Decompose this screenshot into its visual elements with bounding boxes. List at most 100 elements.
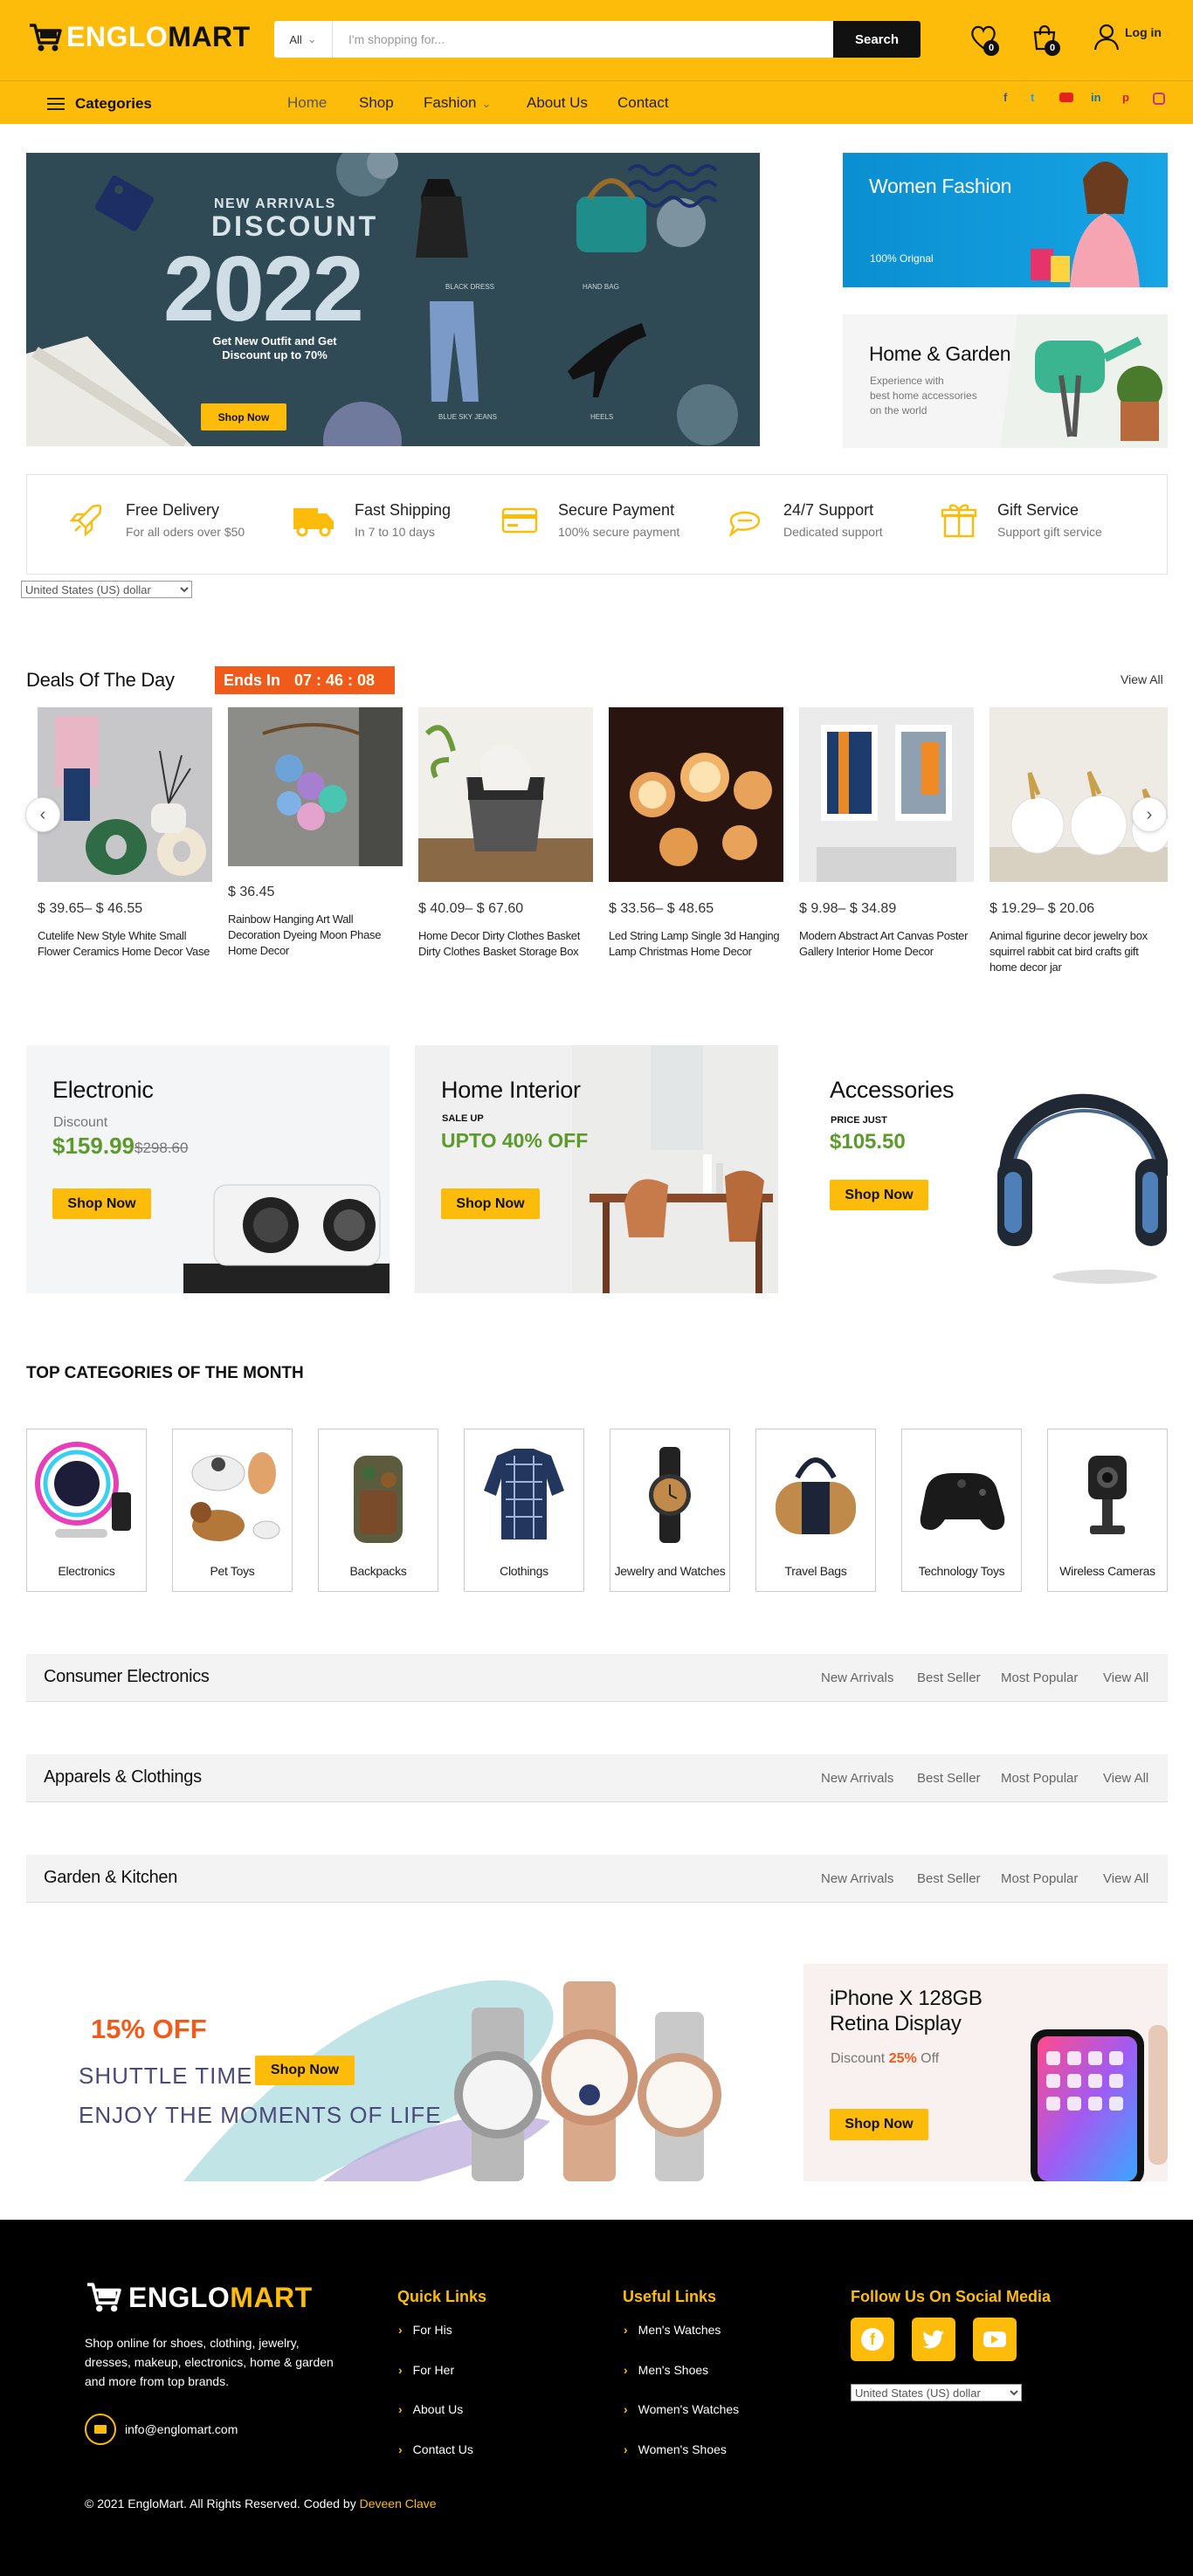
category-card[interactable]: Technology Toys [901,1429,1022,1592]
youtube-icon[interactable] [1059,93,1073,102]
product-image[interactable] [799,707,974,882]
currency-select[interactable]: United States (US) dollar [21,581,192,598]
category-card[interactable]: Clothings [464,1429,584,1592]
product-image[interactable] [418,707,593,882]
logo[interactable]: ENGLO MART [28,21,251,53]
nav-shop[interactable]: Shop [359,94,394,112]
footer-link[interactable]: › About Us [398,2402,463,2416]
search-bar: All ⌄ I'm shopping for... Search [274,21,921,58]
tab-best-seller[interactable]: Best Seller [917,1871,981,1886]
deals-view-all-link[interactable]: View All [1121,672,1163,686]
tab-new-arrivals[interactable]: New Arrivals [821,1670,893,1685]
linkedin-icon[interactable]: in [1091,91,1101,104]
product-image[interactable] [609,707,783,882]
tab-view-all[interactable]: View All [1103,1670,1148,1685]
twitter-button[interactable] [912,2318,955,2361]
product-name[interactable]: Cutelife New Style White Small Flower Ce… [38,928,217,960]
watch-discount: 15% OFF [91,2014,207,2044]
category-card[interactable]: Travel Bags [755,1429,876,1592]
chevron-right-icon: › [624,2323,628,2337]
tab-most-popular[interactable]: Most Popular [1001,1771,1078,1786]
tab-most-popular[interactable]: Most Popular [1001,1871,1078,1886]
product-card[interactable]: $ 36.45 Rainbow Hanging Art Wall Decorat… [228,707,403,957]
instagram-icon[interactable] [1153,93,1165,105]
electronic-promo[interactable]: Electronic Discount $159.99 $298.60 Shop… [26,1045,390,1293]
nav-fashion[interactable]: Fashion ⌄ [424,94,491,112]
tab-view-all[interactable]: View All [1103,1871,1148,1886]
search-category-select[interactable]: All ⌄ [274,21,333,58]
category-card[interactable]: Backpacks [318,1429,438,1592]
product-card[interactable]: $ 39.65– $ 46.55 Cutelife New Style Whit… [38,707,212,958]
promo-shop-now-button[interactable]: Shop Now [830,1180,928,1210]
carousel-next-button[interactable]: › [1132,797,1167,832]
login-link[interactable]: Log in [1093,23,1162,51]
tab-view-all[interactable]: View All [1103,1771,1148,1786]
footer-link[interactable]: › For His [398,2323,452,2337]
footer-link[interactable]: › Men's Watches [624,2323,721,2337]
nav-contact[interactable]: Contact [617,94,669,112]
category-card[interactable]: Jewelry and Watches [610,1429,730,1592]
nav-about-us[interactable]: About Us [527,94,588,112]
product-name[interactable]: Rainbow Hanging Art Wall Decoration Dyei… [228,912,407,959]
category-card[interactable]: Wireless Cameras [1047,1429,1168,1592]
tab-most-popular[interactable]: Most Popular [1001,1670,1078,1685]
hero-shop-now-button[interactable]: Shop Now [201,403,286,430]
pinterest-icon[interactable]: p [1122,91,1129,104]
hero-decoration [26,153,738,446]
coder-link[interactable]: Deveen Clave [360,2497,437,2511]
product-card[interactable]: $ 40.09– $ 67.60 Home Decor Dirty Clothe… [418,707,593,958]
deals-title: Deals Of The Day [26,669,175,691]
footer-link[interactable]: › Women's Watches [624,2402,739,2416]
facebook-button[interactable]: f [851,2318,894,2361]
product-name[interactable]: Led String Lamp Single 3d Hanging Lamp C… [609,928,788,960]
carousel-prev-button[interactable]: ‹ [25,797,60,832]
product-name[interactable]: Modern Abstract Art Canvas Poster Galler… [799,928,978,960]
product-price: $ 36.45 [228,885,275,899]
product-card[interactable]: $ 19.29– $ 20.06 Animal figurine decor j… [990,707,1169,974]
category-card[interactable]: Electronics [26,1429,147,1592]
footer-logo[interactable]: ENGLO MART [85,2281,313,2314]
facebook-icon[interactable]: f [1003,91,1007,104]
footer-email[interactable]: info@englomart.com [85,2414,238,2445]
product-image[interactable] [228,707,403,866]
tab-new-arrivals[interactable]: New Arrivals [821,1771,893,1786]
backpack-image [354,1456,403,1543]
category-image [913,1438,1010,1552]
product-name[interactable]: Home Decor Dirty Clothes Basket Dirty Cl… [418,928,597,960]
tab-best-seller[interactable]: Best Seller [917,1670,981,1685]
hero-banner[interactable]: NEW ARRIVALS DISCOUNT 2022 Get New Outfi… [26,153,760,446]
home-interior-promo[interactable]: Home Interior SALE UP UPTO 40% OFF Shop … [415,1045,778,1293]
nav-home[interactable]: Home [287,94,327,112]
product-name[interactable]: Animal figurine decor jewelry box squirr… [990,928,1169,975]
social-title: Follow Us On Social Media [851,2288,1052,2305]
product-image[interactable] [990,707,1168,882]
categories-menu-button[interactable]: Categories [47,95,152,113]
cart-button[interactable]: 0 [1031,24,1060,56]
watch-banner[interactable]: 15% OFF SHUTTLE TIME ENJOY THE MOMENTS O… [26,1964,777,2181]
footer-currency-select[interactable]: United States (US) dollar [851,2384,1022,2401]
category-card[interactable]: Pet Toys [172,1429,293,1592]
youtube-button[interactable] [973,2318,1017,2361]
promo-shop-now-button[interactable]: Shop Now [52,1188,151,1219]
wishlist-count: 0 [983,40,999,56]
search-button[interactable]: Search [833,21,921,58]
footer-link[interactable]: › Men's Shoes [624,2363,708,2377]
wishlist-button[interactable]: 0 [969,24,999,56]
watch-shop-now-button[interactable]: Shop Now [255,2056,355,2085]
footer-link[interactable]: › Women's Shoes [624,2442,727,2456]
iphone-shop-now-button[interactable]: Shop Now [830,2109,928,2140]
product-image[interactable] [38,707,212,882]
tab-best-seller[interactable]: Best Seller [917,1771,981,1786]
women-fashion-banner[interactable]: Women Fashion 100% Orignal [843,153,1168,287]
product-card[interactable]: $ 9.98– $ 34.89 Modern Abstract Art Canv… [799,707,974,958]
home-garden-banner[interactable]: Home & Garden Experience with best home a… [843,314,1168,448]
search-input[interactable]: I'm shopping for... [333,32,833,46]
iphone-banner[interactable]: iPhone X 128GB Retina Display Discount 25… [803,1964,1168,2181]
tab-new-arrivals[interactable]: New Arrivals [821,1871,893,1886]
product-card[interactable]: $ 33.56– $ 48.65 Led String Lamp Single … [609,707,783,958]
footer-link[interactable]: › Contact Us [398,2442,473,2456]
twitter-icon[interactable]: t [1031,91,1034,104]
footer-link[interactable]: › For Her [398,2363,454,2377]
accessories-promo[interactable]: Accessories PRICE JUST $105.50 Shop Now [803,1045,1168,1293]
promo-shop-now-button[interactable]: Shop Now [441,1188,540,1219]
